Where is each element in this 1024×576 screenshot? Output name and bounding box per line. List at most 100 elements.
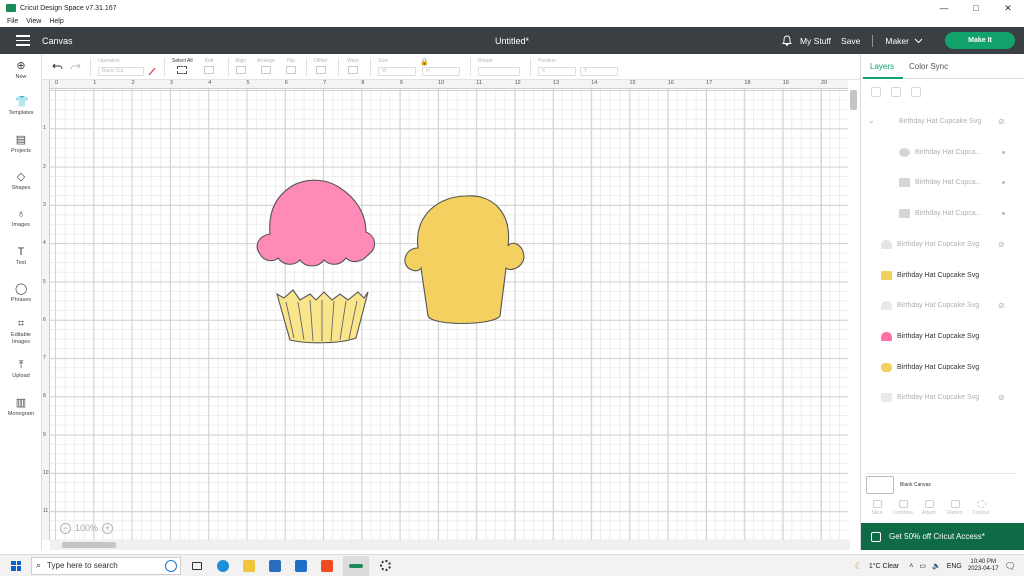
language-indicator[interactable]: ENG (947, 563, 962, 570)
visibility-eye-icon[interactable] (998, 332, 1007, 341)
visibility-eye-icon[interactable]: ⊘ (998, 117, 1007, 126)
flip-icon (286, 66, 296, 74)
ruler-top-tick: 18 (744, 80, 751, 86)
bell-icon[interactable] (782, 35, 792, 46)
contour-button[interactable]: Contour (969, 500, 993, 516)
tray-chevron-icon[interactable]: ˄ (909, 563, 913, 570)
nav-new[interactable]: ⊕ New (0, 60, 42, 81)
windows-start-icon[interactable] (11, 560, 21, 571)
undo-icon[interactable] (52, 63, 63, 71)
visibility-eye-icon[interactable]: ⊘ (998, 393, 1007, 402)
tab-color-sync[interactable]: Color Sync (909, 62, 948, 71)
minimize-button[interactable]: — (928, 0, 960, 16)
layer-row[interactable]: Birthday Hat Cupca... (861, 204, 1024, 224)
align-button[interactable]: Align (235, 58, 246, 74)
menu-file[interactable]: File (7, 18, 18, 25)
offset-button[interactable]: Offset (314, 58, 327, 74)
blank-canvas-row[interactable]: Blank Canvas (866, 473, 1016, 497)
lock-icon[interactable]: 🔒 (420, 58, 429, 66)
size-label: Size (378, 58, 388, 64)
layer-row[interactable]: Birthday Hat Cupcake Svg (861, 358, 1024, 378)
group-icon[interactable] (871, 87, 881, 97)
attach-button[interactable]: Attach (917, 500, 941, 516)
store-icon[interactable] (265, 556, 285, 576)
weather-text[interactable]: 1°C Clear (869, 563, 899, 570)
menu-help[interactable]: Help (49, 18, 63, 25)
layer-group-row[interactable]: ⌄ Birthday Hat Cupcake Svg ⊘ (861, 112, 1024, 132)
pen-color-icon[interactable] (148, 67, 156, 76)
nav-upload-label: Upload (12, 373, 30, 379)
layer-row[interactable]: Birthday Hat Cupca... (861, 173, 1024, 193)
nav-images[interactable]: ♁ Images (0, 208, 42, 229)
nav-projects-label: Projects (11, 148, 31, 154)
chevron-down-icon[interactable]: ⌄ (868, 116, 875, 125)
redo-icon[interactable] (70, 63, 81, 71)
make-it-button[interactable]: Make It (945, 32, 1015, 49)
nav-text[interactable]: T Text (0, 246, 42, 267)
visibility-eye-icon[interactable] (998, 363, 1007, 372)
design-canvas[interactable] (42, 80, 848, 540)
chevron-down-icon[interactable] (914, 38, 923, 44)
warp-icon (347, 66, 358, 74)
notifications-icon[interactable]: 🗨 (1005, 561, 1016, 572)
zoom-in-button[interactable]: + (102, 522, 114, 534)
network-icon[interactable]: ▭ (919, 562, 926, 570)
nav-shapes[interactable]: ◇ Shapes (0, 171, 42, 192)
zoom-out-button[interactable]: − (60, 522, 71, 534)
tab-layers[interactable]: Layers (870, 62, 894, 71)
layer-row[interactable]: Birthday Hat Cupcake Svg ⊘ (861, 388, 1024, 408)
x-position-field[interactable]: X (538, 67, 576, 76)
slice-button[interactable]: Slice (865, 500, 889, 516)
cortana-icon[interactable] (165, 559, 177, 572)
nav-templates[interactable]: 👕 Templates (0, 96, 42, 117)
combine-button[interactable]: Combine (891, 500, 915, 516)
vertical-scrollbar[interactable] (850, 90, 857, 110)
visibility-eye-icon[interactable] (998, 271, 1007, 280)
cricut-taskbar-icon[interactable] (343, 555, 369, 576)
mail-icon[interactable] (291, 556, 311, 576)
volume-icon[interactable]: 🔈 (932, 562, 941, 570)
file-explorer-icon[interactable] (239, 556, 259, 576)
width-field[interactable]: W (378, 67, 416, 76)
nav-monogram[interactable]: ▥ Monogram (0, 397, 42, 418)
visibility-eye-icon[interactable]: ⊘ (998, 240, 1007, 249)
warp-button[interactable]: Warp (347, 58, 359, 74)
brave-icon[interactable] (317, 556, 337, 576)
arrange-button[interactable]: Arrange (257, 58, 275, 74)
operation-select[interactable]: Basic Cut (98, 67, 144, 76)
edge-icon[interactable] (213, 556, 233, 576)
rotate-field[interactable] (478, 67, 520, 76)
edit-button[interactable]: Edit (204, 58, 214, 74)
close-button[interactable]: ✕ (992, 0, 1024, 16)
select-all-button[interactable]: Select All (172, 58, 193, 74)
layer-row[interactable]: Birthday Hat Cupca... (861, 143, 1024, 163)
nav-projects[interactable]: ▤ Projects (0, 134, 42, 155)
duplicate-icon[interactable] (891, 87, 901, 97)
nav-upload[interactable]: ⤒ Upload (0, 359, 42, 380)
visibility-eye-icon[interactable]: ⊘ (998, 301, 1007, 310)
flip-button[interactable]: Flip (286, 58, 296, 74)
task-view-icon[interactable] (187, 556, 207, 576)
hamburger-menu-icon[interactable] (16, 35, 30, 46)
menu-view[interactable]: View (26, 18, 41, 25)
height-field[interactable]: H (422, 67, 460, 76)
nav-phrases[interactable]: ◯ Phrases (0, 283, 42, 304)
machine-select[interactable]: Maker (885, 36, 909, 46)
y-position-field[interactable]: Y (580, 67, 618, 76)
save-button[interactable]: Save (841, 36, 860, 46)
nav-editable-images[interactable]: ⌗ Editable Images (0, 318, 42, 346)
settings-gear-icon[interactable] (375, 556, 395, 576)
blank-canvas-swatch[interactable] (866, 476, 894, 494)
delete-icon[interactable] (911, 87, 921, 97)
clock[interactable]: 10:40 PM 2023-04-17 (968, 559, 999, 573)
taskbar-search[interactable]: ⌕ Type here to search (31, 556, 181, 575)
horizontal-scrollbar[interactable] (62, 542, 116, 548)
layer-row[interactable]: Birthday Hat Cupcake Svg (861, 266, 1024, 286)
layer-row[interactable]: Birthday Hat Cupcake Svg (861, 327, 1024, 347)
my-stuff-link[interactable]: My Stuff (800, 36, 831, 46)
layer-row[interactable]: Birthday Hat Cupcake Svg ⊘ (861, 296, 1024, 316)
layer-row[interactable]: Birthday Hat Cupcake Svg ⊘ (861, 235, 1024, 255)
maximize-button[interactable]: □ (960, 0, 992, 16)
cricut-access-promo[interactable]: Get 50% off Cricut Access* (861, 523, 1024, 550)
flatten-button[interactable]: Flatten (943, 500, 967, 516)
